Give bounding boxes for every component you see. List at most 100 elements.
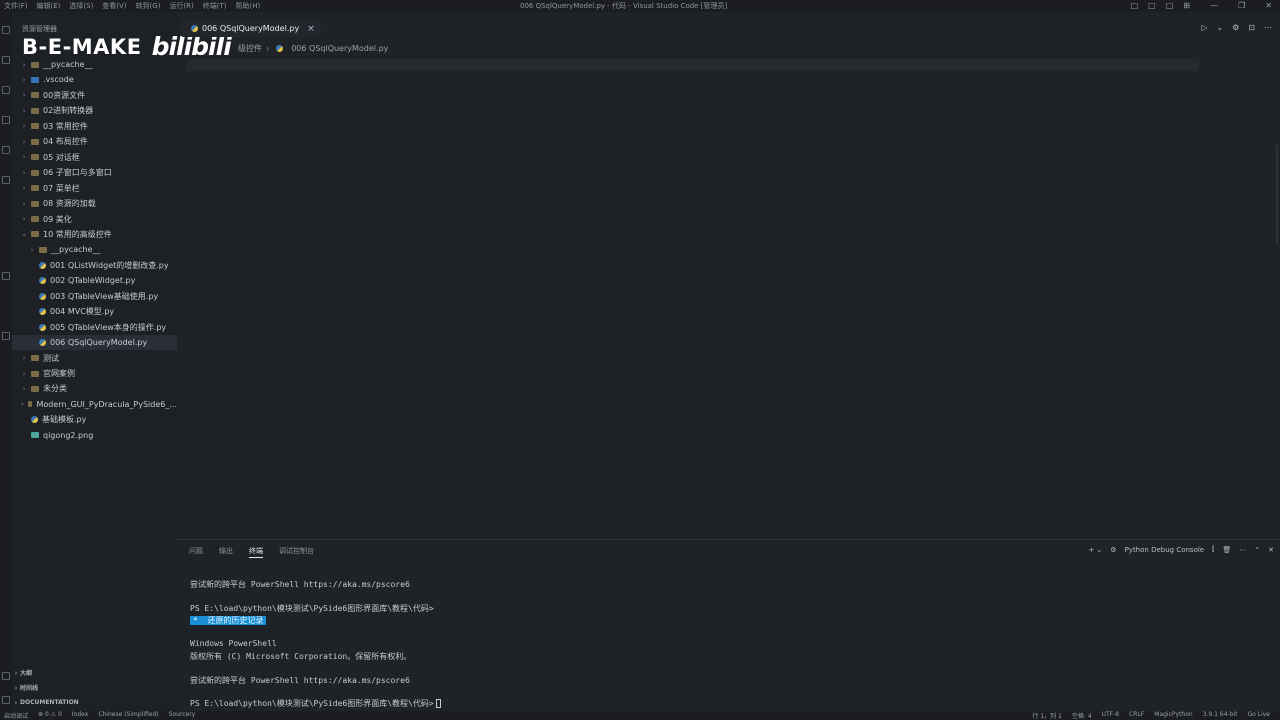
tree-folder[interactable]: › 官网案例 xyxy=(12,366,177,381)
more-actions-icon[interactable]: ⋯ xyxy=(1264,23,1272,32)
tree-file[interactable]: 001 QListWidget的增删改查.py xyxy=(12,258,177,273)
tree-folder[interactable]: › 测试 xyxy=(12,351,177,366)
settings-gear-icon[interactable] xyxy=(2,696,10,704)
tree-folder[interactable]: › 07 菜单栏 xyxy=(12,181,177,196)
status-sourcery[interactable]: Sourcery xyxy=(169,711,196,720)
status-encoding[interactable]: UTF-8 xyxy=(1102,711,1120,720)
maximize-button[interactable]: ❐ xyxy=(1238,1,1245,10)
status-debug[interactable]: 启动调试 xyxy=(4,711,28,720)
run-dropdown-icon[interactable]: ⌄ xyxy=(1216,23,1223,32)
run-debug-icon[interactable] xyxy=(2,116,10,124)
tab-debug-console[interactable]: 调试控制台 xyxy=(279,546,314,558)
tree-file[interactable]: 003 QTableView基础使用.py xyxy=(12,289,177,304)
tree-file[interactable]: 004 MVC模型.py xyxy=(12,304,177,319)
new-terminal-button[interactable]: + ⌄ xyxy=(1088,546,1102,554)
tree-file[interactable]: 005 QTableView本身的操作.py xyxy=(12,320,177,335)
documentation-section[interactable]: › DOCUMENTATION xyxy=(12,695,177,710)
tree-folder[interactable]: › 05 对话框 xyxy=(12,150,177,165)
editor-tab-active[interactable]: 006 QSqlQueryModel.py × xyxy=(182,20,321,37)
close-tab-icon[interactable]: × xyxy=(307,24,315,34)
status-go-live[interactable]: Go Live xyxy=(1248,711,1270,720)
status-eol[interactable]: CRLF xyxy=(1129,711,1144,720)
tree-folder[interactable]: ⌄ 10 常用的高级控件 xyxy=(12,227,177,242)
maximize-panel-icon[interactable]: ⌃ xyxy=(1254,546,1260,554)
status-indentation[interactable]: 空格: 4 xyxy=(1072,711,1092,720)
tree-file[interactable]: qigong2.png xyxy=(12,428,177,443)
customize-layout-icon[interactable]: ⊞ xyxy=(1183,1,1190,10)
menu-selection[interactable]: 选择(S) xyxy=(69,1,93,11)
source-control-icon[interactable] xyxy=(2,86,10,94)
menu-go[interactable]: 转到(G) xyxy=(136,1,161,11)
status-problems[interactable]: ⊗ 0 ⚠ 0 xyxy=(38,711,62,720)
toggle-secondary-sidebar-icon[interactable]: □ xyxy=(1166,1,1174,10)
tree-folder[interactable]: › 09 美化 xyxy=(12,212,177,227)
status-cursor-position[interactable]: 行 1，列 1 xyxy=(1032,711,1061,720)
more-icon[interactable]: ⋯ xyxy=(1239,546,1246,554)
tree-folder[interactable]: › 04 布局控件 xyxy=(12,134,177,149)
account-icon[interactable] xyxy=(2,672,10,680)
tree-item-label: 04 布局控件 xyxy=(43,137,88,147)
menu-view[interactable]: 查看(V) xyxy=(102,1,126,11)
tree-folder[interactable]: › __pycache__ xyxy=(12,242,177,257)
menu-terminal[interactable]: 终端(T) xyxy=(203,1,227,11)
tab-output[interactable]: 输出 xyxy=(219,546,233,558)
settings-icon[interactable]: ⚙ xyxy=(1232,23,1239,32)
testing-icon[interactable] xyxy=(2,272,10,280)
chevron-right-icon: › xyxy=(266,44,270,53)
close-window-button[interactable]: ✕ xyxy=(1265,1,1272,10)
folder-icon xyxy=(31,154,39,161)
timeline-label: 时间线 xyxy=(20,685,39,692)
tree-folder[interactable]: › 06 子窗口与多窗口 xyxy=(12,165,177,180)
tree-item-label: 未分类 xyxy=(43,384,67,394)
toggle-panel-icon[interactable]: □ xyxy=(1148,1,1156,10)
timeline-section[interactable]: › 时间线 xyxy=(12,680,177,695)
split-terminal-icon[interactable]: ⫿ xyxy=(1212,545,1214,554)
close-panel-icon[interactable]: ✕ xyxy=(1268,546,1274,554)
tree-folder[interactable]: › 00资源文件 xyxy=(12,88,177,103)
tree-file[interactable]: 基础模板.py xyxy=(12,412,177,427)
editor-scrollbar[interactable] xyxy=(1276,145,1278,245)
tab-terminal[interactable]: 终端 xyxy=(249,546,263,558)
tree-folder[interactable]: › 08 资源的加载 xyxy=(12,196,177,211)
restored-history-highlight: * 还原的历史记录 xyxy=(190,616,267,625)
split-editor-icon[interactable]: ⊡ xyxy=(1248,23,1255,32)
status-index[interactable]: Index xyxy=(72,711,89,720)
minimize-button[interactable]: — xyxy=(1210,1,1218,10)
menu-edit[interactable]: 编辑(E) xyxy=(37,1,61,11)
tree-item-label: .vscode xyxy=(43,75,74,85)
run-python-icon[interactable]: ▷ xyxy=(1201,23,1207,32)
terminal-prompt-line[interactable]: PS E:\load\python\模块测试\PySide6图形界面库\教程\代… xyxy=(190,698,441,709)
remote-icon[interactable] xyxy=(2,176,10,184)
status-language-mode[interactable]: MagicPython xyxy=(1154,711,1192,720)
explorer-icon[interactable] xyxy=(2,26,10,34)
tree-folder[interactable]: › 未分类 xyxy=(12,381,177,396)
terminal-selector[interactable]: Python Debug Console xyxy=(1125,546,1205,554)
extensions-icon[interactable] xyxy=(2,146,10,154)
tree-folder[interactable]: › .vscode xyxy=(12,72,177,87)
search-icon[interactable] xyxy=(2,56,10,64)
outline-section[interactable]: › 大纲 xyxy=(12,665,177,680)
window-title: 006 QSqlQueryModel.py - 代码 - Visual Stud… xyxy=(520,2,728,10)
docker-icon[interactable] xyxy=(2,332,10,340)
breadcrumb-folder[interactable]: 级控件 xyxy=(238,43,262,54)
editor-tab-bar: 006 QSqlQueryModel.py × ▷ ⌄ ⚙ ⊡ ⋯ xyxy=(177,20,1280,37)
title-bar: 文件(F) 编辑(E) 选择(S) 查看(V) 转到(G) 运行(R) 终端(T… xyxy=(0,0,1280,12)
tab-problems[interactable]: 问题 xyxy=(189,546,203,558)
trash-icon[interactable]: 🗑 xyxy=(1222,546,1231,554)
tree-file[interactable]: 006 QSqlQueryModel.py xyxy=(12,335,177,351)
code-editor[interactable] xyxy=(177,55,1280,539)
breadcrumb: 级控件 › 006 QSqlQueryModel.py xyxy=(238,43,388,54)
menu-help[interactable]: 帮助(H) xyxy=(236,1,261,11)
tree-folder[interactable]: › Modern_GUI_PyDracula_PySide6_... xyxy=(12,397,177,412)
tree-folder[interactable]: › 02进制转换器 xyxy=(12,103,177,118)
tree-file[interactable]: 002 QTableWidget.py xyxy=(12,273,177,288)
tree-folder[interactable]: › 03 常用控件 xyxy=(12,119,177,134)
status-language[interactable]: Chinese (Simplified) xyxy=(98,711,158,720)
status-interpreter[interactable]: 3.9.1 64-bit xyxy=(1203,711,1238,720)
menu-run[interactable]: 运行(R) xyxy=(169,1,193,11)
toggle-sidebar-icon[interactable]: □ xyxy=(1131,1,1139,10)
tree-item-label: __pycache__ xyxy=(51,245,101,255)
breadcrumb-file[interactable]: 006 QSqlQueryModel.py xyxy=(291,44,388,53)
menu-file[interactable]: 文件(F) xyxy=(4,1,28,11)
python-file-icon xyxy=(39,323,46,331)
